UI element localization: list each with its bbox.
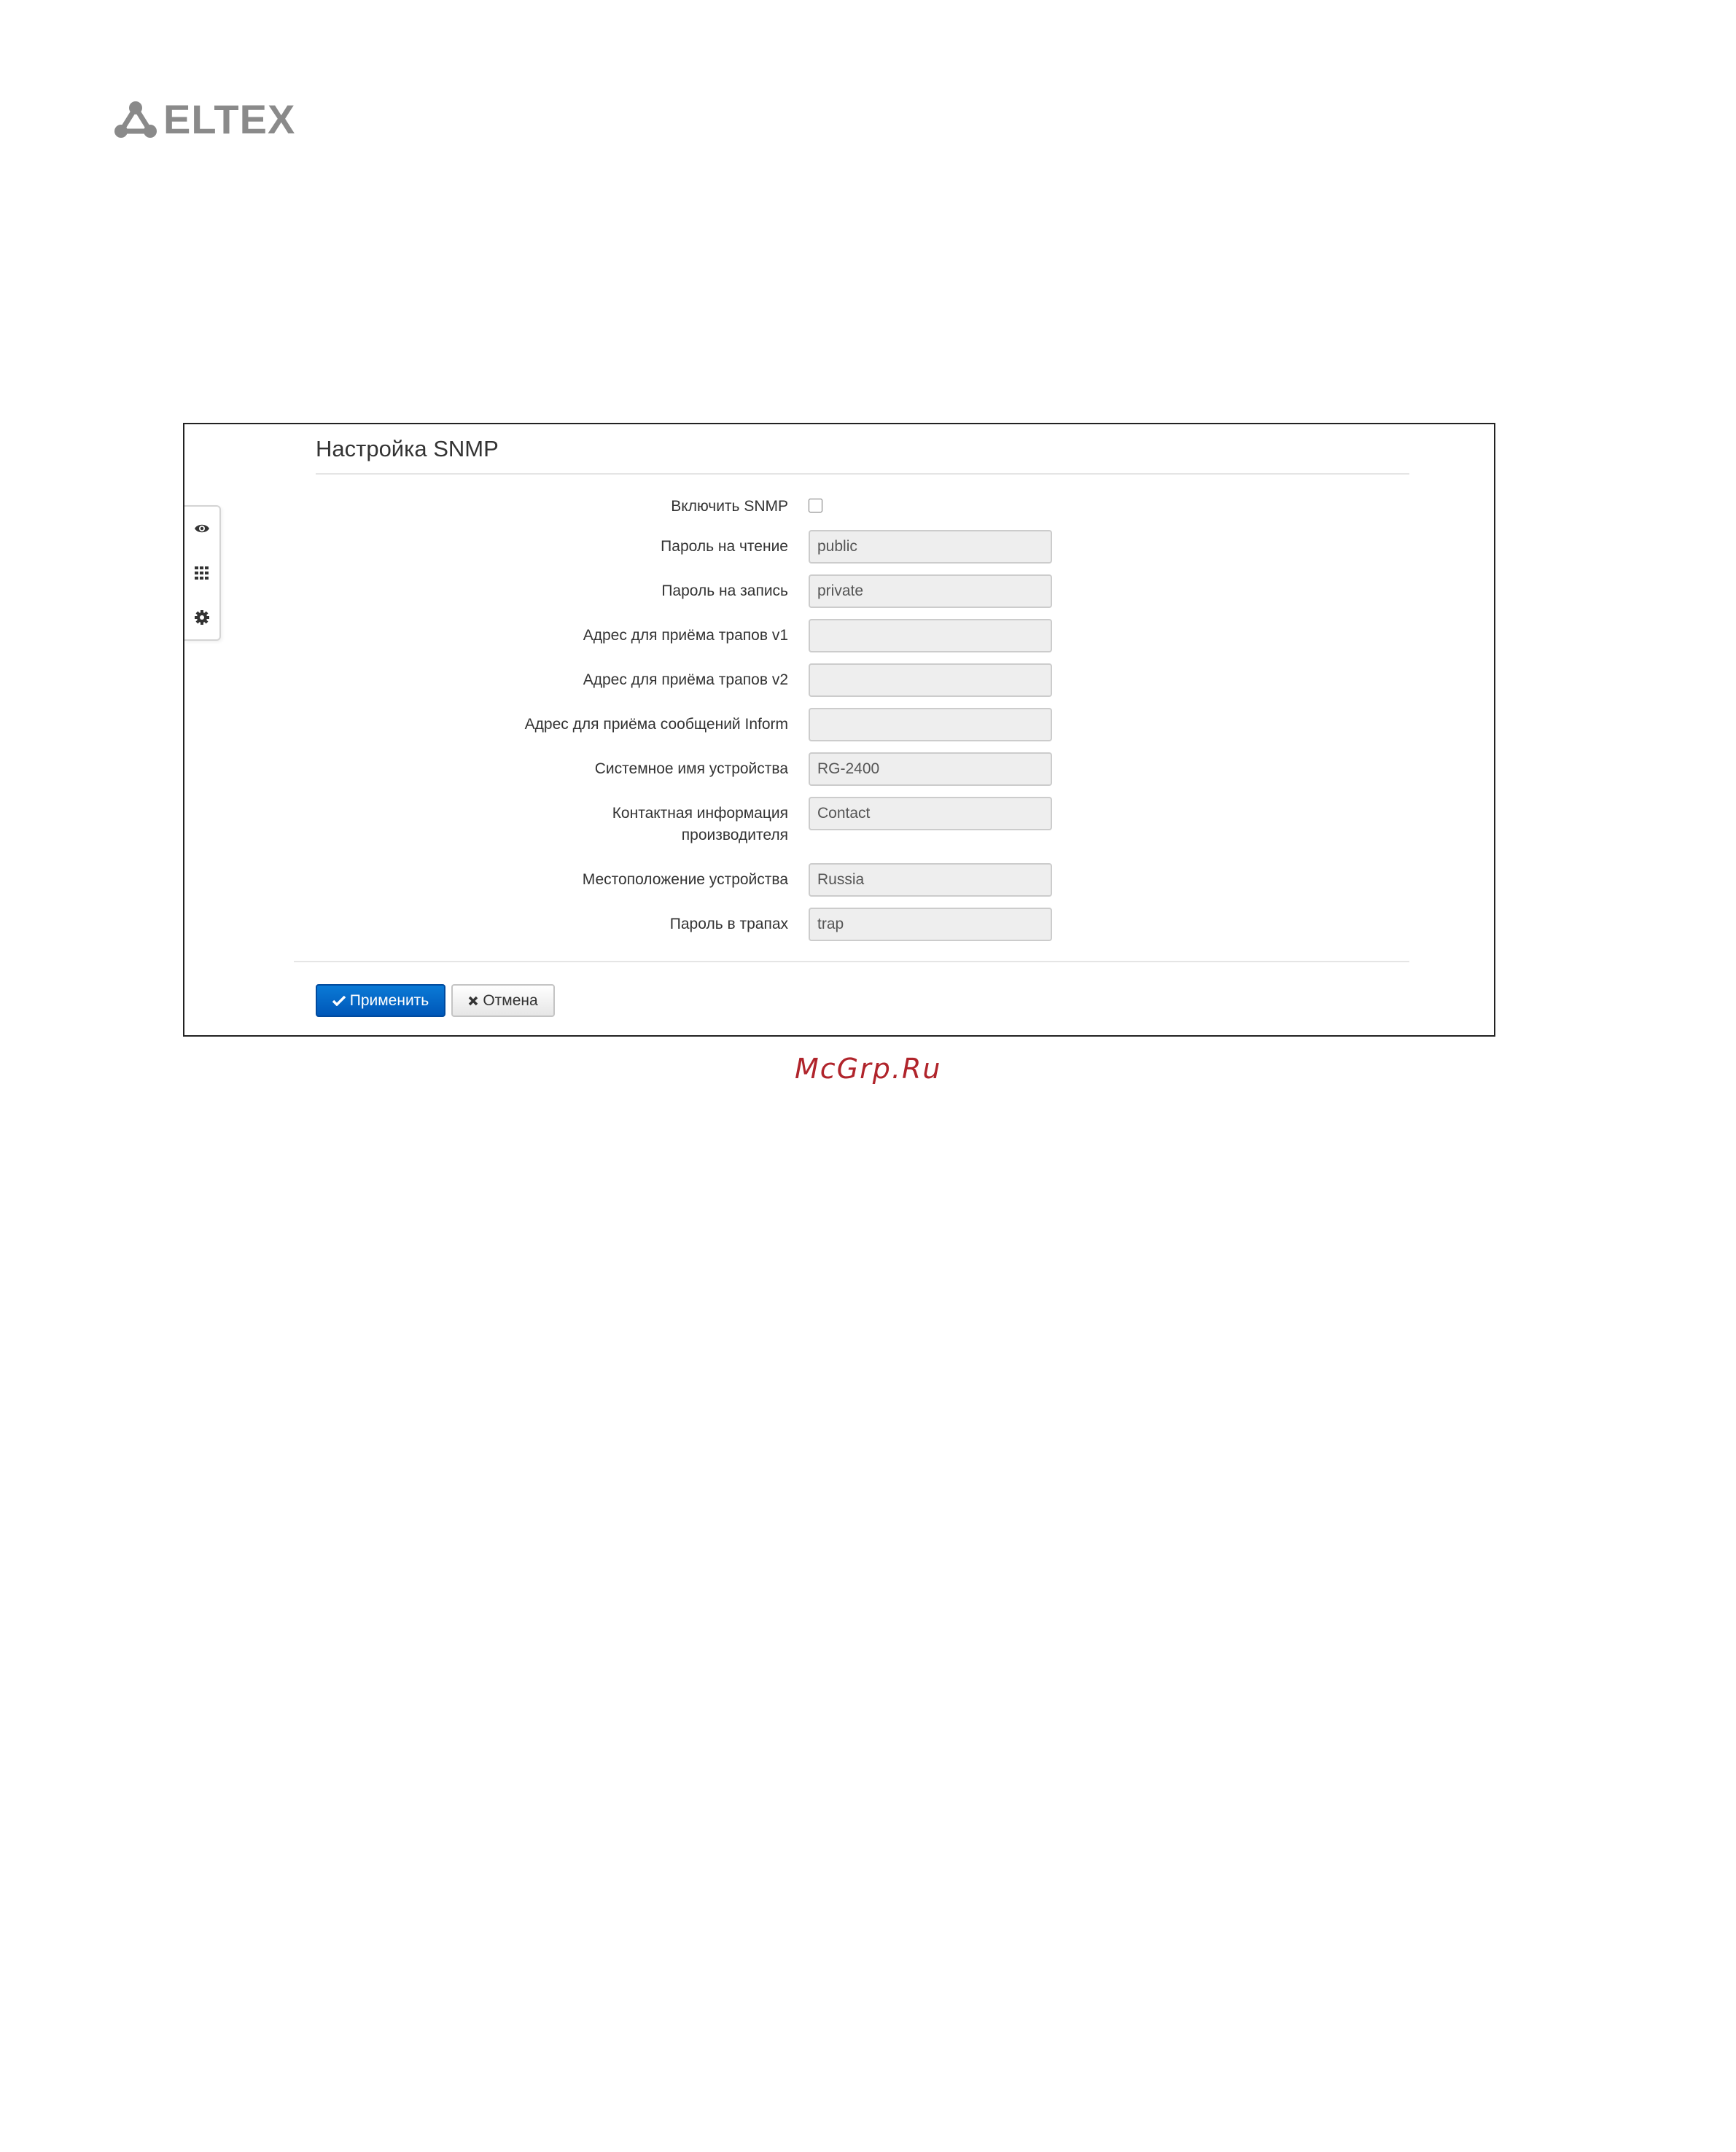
write-password-label: Пароль на запись bbox=[661, 582, 788, 599]
system-name-field[interactable] bbox=[809, 752, 1052, 786]
contact-label-line1: Контактная информация bbox=[612, 805, 788, 822]
cancel-button-label: Отмена bbox=[483, 992, 538, 1009]
trap-v1-address-field[interactable] bbox=[809, 619, 1052, 652]
contact-label-line2: производителя bbox=[681, 827, 788, 843]
trap-v1-label: Адрес для приёма трапов v1 bbox=[583, 627, 788, 644]
contact-field[interactable] bbox=[809, 797, 1052, 830]
title-divider bbox=[316, 473, 1409, 475]
trap-v2-label: Адрес для приёма трапов v2 bbox=[583, 671, 788, 688]
eltex-logo-text: ELTEX bbox=[163, 96, 296, 142]
check-icon bbox=[332, 995, 350, 1006]
location-field[interactable] bbox=[809, 863, 1052, 897]
screenshot-frame: Настройка SNMP Включить SNMP Пароль на ч… bbox=[183, 423, 1495, 1037]
eltex-logo: ELTEX bbox=[114, 98, 295, 141]
trap-v2-address-field[interactable] bbox=[809, 663, 1052, 697]
enable-snmp-label: Включить SNMP bbox=[671, 498, 788, 515]
apply-button[interactable]: Применить bbox=[316, 984, 445, 1017]
gear-icon[interactable] bbox=[192, 607, 212, 628]
close-icon bbox=[468, 996, 483, 1006]
watermark-text: McGrp.Ru bbox=[795, 1053, 942, 1085]
apply-button-label: Применить bbox=[349, 992, 429, 1009]
trap-password-field[interactable] bbox=[809, 908, 1052, 941]
enable-snmp-checkbox[interactable] bbox=[809, 499, 822, 512]
inform-label: Адрес для приёма сообщений Inform bbox=[524, 716, 788, 733]
side-toolbar bbox=[184, 505, 221, 641]
page-title: Настройка SNMP bbox=[316, 436, 499, 461]
read-password-field[interactable] bbox=[809, 530, 1052, 564]
eye-icon[interactable] bbox=[192, 518, 212, 539]
write-password-field[interactable] bbox=[809, 574, 1052, 608]
location-label: Местоположение устройства bbox=[582, 871, 788, 888]
contact-label: Контактная информация производителя bbox=[316, 803, 788, 846]
trap-password-label: Пароль в трапах bbox=[669, 916, 788, 932]
cancel-button[interactable]: Отмена bbox=[451, 984, 555, 1017]
eltex-logo-icon bbox=[114, 101, 157, 139]
read-password-label: Пароль на чтение bbox=[661, 538, 788, 555]
system-name-label: Системное имя устройства bbox=[594, 760, 788, 777]
footer-divider bbox=[294, 961, 1409, 962]
grid-icon[interactable] bbox=[192, 563, 212, 583]
inform-address-field[interactable] bbox=[809, 708, 1052, 741]
